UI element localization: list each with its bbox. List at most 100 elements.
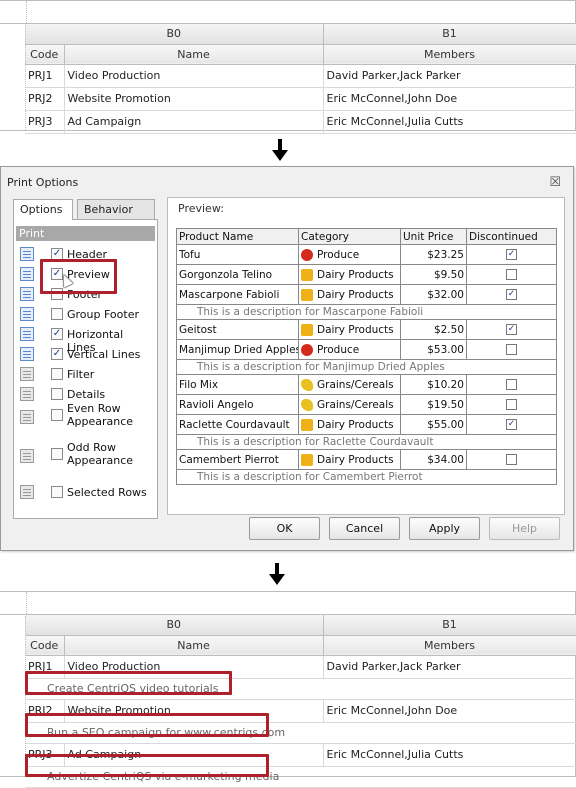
preview-table-row: Gorgonzola Telino Dairy Products $9.50 <box>176 264 557 285</box>
preview-cell-category: Grains/Cereals <box>298 374 401 395</box>
cell-members[interactable]: David Parker,Jack Parker <box>323 655 576 679</box>
preview-category-text: Dairy Products <box>317 323 394 336</box>
preview-cell-price: $9.50 <box>400 264 467 285</box>
column-header-members[interactable]: Members <box>323 635 576 656</box>
column-header-name[interactable]: Name <box>64 635 324 656</box>
option-icon <box>20 247 34 261</box>
preview-cell-category: Dairy Products <box>298 414 401 435</box>
tab-behavior[interactable]: Behavior <box>77 199 155 219</box>
cell-code[interactable]: PRJ3 <box>25 110 65 134</box>
cell-code[interactable]: PRJ1 <box>25 64 65 88</box>
ok-button[interactable]: OK <box>249 517 320 540</box>
cell-members[interactable]: Eric McConnel,John Doe <box>323 699 576 723</box>
cell-members[interactable]: Eric McConnel,Julia Cutts <box>323 743 576 767</box>
preview-row-highlight <box>25 671 232 695</box>
option-label: Vertical Lines <box>67 348 141 361</box>
preview-cell-product: Tofu <box>176 244 299 265</box>
preview-category-text: Grains/Cereals <box>317 398 394 411</box>
option-horizontal-lines[interactable]: ✓ Horizontal Lines <box>14 326 154 354</box>
preview-table-row: Raclette Courdavault Dairy Products $55.00… <box>176 414 557 435</box>
band-header-b1[interactable]: B1 <box>323 615 576 636</box>
tab-options[interactable]: Options <box>13 199 73 220</box>
help-button[interactable]: Help <box>489 517 560 540</box>
preview-cell-category: Grains/Cereals <box>298 394 401 415</box>
cell-name[interactable]: Ad Campaign <box>64 110 324 134</box>
preview-table-row: Filo Mix Grains/Cereals $10.20 <box>176 374 557 395</box>
option-checkbox[interactable] <box>51 486 63 498</box>
preview-header-discontinued: Discontinued <box>466 228 557 245</box>
preview-cell-price: $34.00 <box>400 449 467 470</box>
preview-cell-discontinued <box>466 264 557 285</box>
preview-category-text: Dairy Products <box>317 288 394 301</box>
preview-cell-product: Geitost <box>176 319 299 340</box>
produce-category-icon <box>301 343 313 356</box>
column-header-code[interactable]: Code <box>25 635 65 656</box>
option-icon <box>20 267 34 281</box>
table-row[interactable]: PRJ3 Ad Campaign Eric McConnel,Julia Cut… <box>25 110 576 134</box>
preview-cell-discontinued: ✓ <box>466 319 557 340</box>
discontinued-checkbox <box>506 399 517 410</box>
preview-table-row: Ravioli Angelo Grains/Cereals $19.50 <box>176 394 557 415</box>
preview-row-highlight <box>25 713 269 737</box>
option-checkbox[interactable] <box>51 388 63 400</box>
column-header-name[interactable]: Name <box>64 44 324 65</box>
option-checkbox[interactable]: ✓ <box>51 348 63 360</box>
preview-cell-category: Produce <box>298 339 401 360</box>
table-row[interactable]: PRJ1 Video Production David Parker,Jack … <box>25 64 576 88</box>
preview-cell-product: Camembert Pierrot <box>176 449 299 470</box>
option-even-row-appearance[interactable]: Even Row Appearance <box>14 402 154 436</box>
cell-name[interactable]: Video Production <box>64 64 324 88</box>
grains-category-icon <box>301 398 313 411</box>
preview-cell-price: $32.00 <box>400 284 467 305</box>
option-group-footer[interactable]: Group Footer <box>14 306 154 324</box>
preview-cell-product: Filo Mix <box>176 374 299 395</box>
option-checkbox[interactable] <box>51 409 63 421</box>
preview-cell-discontinued: ✓ <box>466 244 557 265</box>
top-grid-indicator-column <box>0 25 26 130</box>
preview-category-text: Dairy Products <box>317 268 394 281</box>
cell-name[interactable]: Website Promotion <box>64 87 324 111</box>
preview-table-row: Mascarpone Fabioli Dairy Products $32.00 ✓ <box>176 284 557 305</box>
preview-panel: Preview: Product Name Category Unit Pric… <box>167 197 565 515</box>
option-checkbox[interactable]: ✓ <box>51 328 63 340</box>
apply-button[interactable]: Apply <box>409 517 480 540</box>
option-odd-row-appearance[interactable]: Odd Row Appearance <box>14 441 154 475</box>
option-label: Odd Row Appearance <box>67 441 134 467</box>
option-vertical-lines[interactable]: ✓ Vertical Lines <box>14 346 154 364</box>
preview-cell-discontinued: ✓ <box>466 284 557 305</box>
band-header-b1[interactable]: B1 <box>323 24 576 45</box>
dairy-category-icon <box>301 288 313 301</box>
option-checkbox[interactable] <box>51 448 63 460</box>
preview-row-highlight <box>25 754 269 777</box>
preview-cell-price: $19.50 <box>400 394 467 415</box>
discontinued-checkbox <box>506 269 517 280</box>
discontinued-checkbox <box>506 344 517 355</box>
cell-members[interactable]: Eric McConnel,Julia Cutts <box>323 110 576 134</box>
option-filter[interactable]: Filter <box>14 366 154 384</box>
cell-members[interactable]: Eric McConnel,John Doe <box>323 87 576 111</box>
option-label: Selected Rows <box>67 486 147 499</box>
discontinued-checkbox: ✓ <box>506 289 517 300</box>
band-header-b0[interactable]: B0 <box>25 615 324 636</box>
cell-members[interactable]: David Parker,Jack Parker <box>323 64 576 88</box>
top-grid-group-panel <box>0 1 575 24</box>
option-icon <box>20 367 34 381</box>
option-icon <box>20 410 34 424</box>
option-checkbox[interactable] <box>51 368 63 380</box>
preview-description-text: This is a description for Camembert Pier… <box>176 469 557 485</box>
option-selected-rows[interactable]: Selected Rows <box>14 484 154 502</box>
option-icon <box>20 347 34 361</box>
option-icon <box>20 307 34 321</box>
close-icon[interactable]: ☒ <box>549 175 561 190</box>
cell-code[interactable]: PRJ2 <box>25 87 65 111</box>
column-header-code[interactable]: Code <box>25 44 65 65</box>
column-header-members[interactable]: Members <box>323 44 576 65</box>
top-grid: B0 B1 Code Name Members PRJ1 Video Produ… <box>0 0 576 134</box>
table-row[interactable]: PRJ2 Website Promotion Eric McConnel,Joh… <box>25 87 576 111</box>
preview-cell-discontinued <box>466 394 557 415</box>
band-header-b0[interactable]: B0 <box>25 24 324 45</box>
top-grid-table: B0 B1 Code Name Members PRJ1 Video Produ… <box>25 24 576 134</box>
cancel-button[interactable]: Cancel <box>329 517 400 540</box>
option-checkbox[interactable] <box>51 308 63 320</box>
preview-table-row: Camembert Pierrot Dairy Products $34.00 <box>176 449 557 470</box>
